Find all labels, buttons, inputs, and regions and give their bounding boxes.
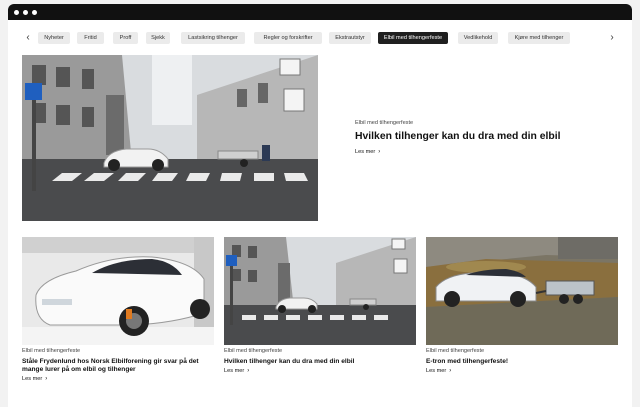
featured-title[interactable]: Hvilken tilhenger kan du dra med din elb… <box>355 131 595 142</box>
chevron-right-icon: › <box>378 149 381 155</box>
card-category: Elbil med tilhengerfeste <box>224 348 283 354</box>
street-with-car-photo <box>22 55 318 221</box>
card-image[interactable] <box>426 237 618 345</box>
filter-chip-nyheter[interactable]: Nyheter <box>38 32 70 44</box>
card-title[interactable]: E-tron med tilhengerfeste! <box>426 358 614 366</box>
window-dot-icon[interactable] <box>14 9 19 15</box>
card-title[interactable]: Ståle Frydenlund hos Norsk Elbilforening… <box>22 358 210 374</box>
read-more-label: Les mer <box>355 149 376 155</box>
window-dot-icon[interactable] <box>23 9 28 15</box>
window-titlebar <box>8 4 632 20</box>
car-with-trailer-rural-photo <box>426 237 618 345</box>
card-category: Elbil med tilhengerfeste <box>426 348 485 354</box>
read-more-label: Les mer <box>22 376 43 382</box>
chevron-right-icon: › <box>45 376 48 382</box>
chevron-right-icon: › <box>449 368 452 374</box>
filter-chip-elbil[interactable]: Elbil med tilhengerfeste <box>378 32 448 44</box>
card-read-more-link[interactable]: Les mer › <box>426 368 451 374</box>
browser-window: ‹ Nyheter Fritid Proff Sjekk Lastsikring… <box>8 4 632 407</box>
filter-chip-regler[interactable]: Regler og forskrifter <box>254 32 322 44</box>
filter-chip-sjekk[interactable]: Sjekk <box>146 32 170 44</box>
street-with-car-photo <box>224 237 416 345</box>
white-car-showroom-photo <box>22 237 214 345</box>
filter-chip-kjore[interactable]: Kjøre med tilhenger <box>508 32 570 44</box>
read-more-label: Les mer <box>426 368 447 374</box>
featured-read-more-link[interactable]: Les mer › <box>355 149 380 155</box>
window-dot-icon[interactable] <box>32 9 37 15</box>
filter-chip-ekstrautstyr[interactable]: Ekstrautstyr <box>329 32 371 44</box>
filter-chip-fritid[interactable]: Fritid <box>77 32 104 44</box>
card-read-more-link[interactable]: Les mer › <box>224 368 249 374</box>
read-more-label: Les mer <box>224 368 245 374</box>
card-read-more-link[interactable]: Les mer › <box>22 376 47 382</box>
card-title[interactable]: Hvilken tilhenger kan du dra med din elb… <box>224 358 412 366</box>
featured-category: Elbil med tilhengerfeste <box>355 120 414 126</box>
card-image[interactable] <box>224 237 416 345</box>
filter-chip-lastsikring[interactable]: Lastsikring tilhenger <box>181 32 245 44</box>
chevron-right-icon: › <box>247 368 250 374</box>
filter-chip-vedlikehold[interactable]: Vedlikehold <box>458 32 498 44</box>
category-filter-bar: ‹ Nyheter Fritid Proff Sjekk Lastsikring… <box>8 30 632 46</box>
card-category: Elbil med tilhengerfeste <box>22 348 81 354</box>
chevron-left-icon[interactable]: ‹ <box>22 30 34 46</box>
featured-image[interactable] <box>22 55 318 221</box>
card-image[interactable] <box>22 237 214 345</box>
filter-chip-proff[interactable]: Proff <box>113 32 138 44</box>
chevron-right-icon[interactable]: › <box>606 30 618 46</box>
